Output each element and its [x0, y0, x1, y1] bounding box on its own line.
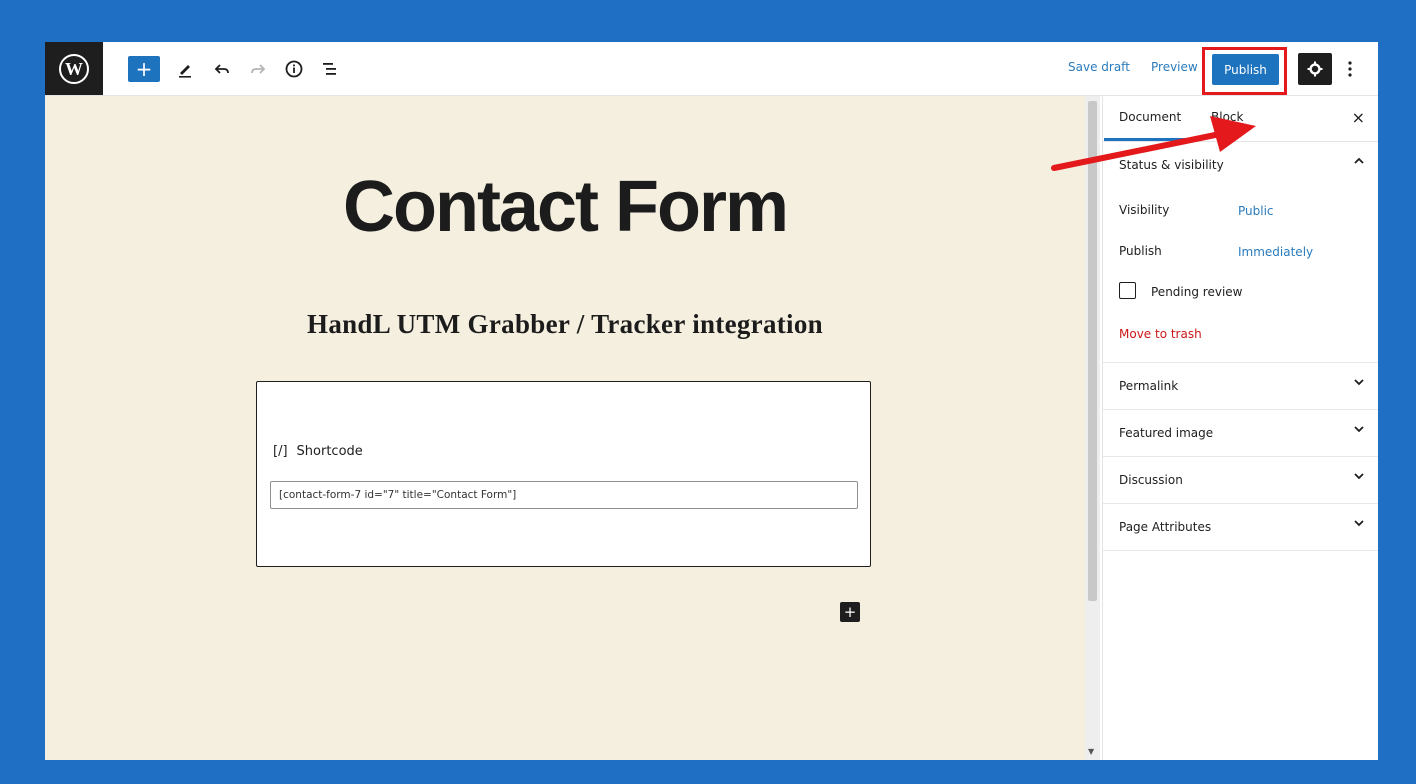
scroll-down-arrow-icon[interactable]: ▼ — [1088, 747, 1094, 756]
pending-review-label[interactable]: Pending review — [1151, 285, 1242, 299]
shortcode-block[interactable]: [/] Shortcode [contact-form-7 id="7" tit… — [256, 381, 871, 567]
panel-title-permalink: Permalink — [1119, 379, 1179, 393]
publish-date-value[interactable]: Immediately — [1238, 245, 1313, 259]
annotation-arrow-icon — [1051, 116, 1256, 171]
vertical-ellipsis-icon — [1348, 61, 1352, 77]
svg-text:W: W — [65, 59, 83, 79]
post-title[interactable]: Contact Form — [45, 166, 1085, 248]
pencil-icon-svg — [179, 65, 191, 78]
panel-page-attributes[interactable]: Page Attributes — [1103, 504, 1378, 551]
editor-window: W + Save draft Preview Publish Contact F… — [45, 42, 1378, 760]
wordpress-logo-svg: W — [59, 53, 89, 84]
save-draft-button[interactable]: Save draft — [1068, 60, 1130, 74]
publish-label: Publish — [1119, 244, 1162, 258]
panel-featured-image[interactable]: Featured image — [1103, 410, 1378, 457]
settings-button[interactable] — [1298, 53, 1332, 85]
info-icon-svg — [285, 60, 303, 78]
chevron-down-icon — [1353, 423, 1365, 439]
shortcode-input[interactable]: [contact-form-7 id="7" title="Contact Fo… — [270, 481, 858, 509]
panel-discussion[interactable]: Discussion — [1103, 457, 1378, 504]
chevron-down-icon — [1353, 470, 1365, 486]
settings-sidebar: Document Block × Status & visibility Vis… — [1102, 96, 1378, 760]
redo-icon-svg — [251, 64, 266, 74]
publish-button[interactable]: Publish — [1212, 54, 1279, 85]
move-to-trash-link[interactable]: Move to trash — [1119, 327, 1202, 341]
canvas-scrollbar[interactable]: ▼ — [1085, 96, 1100, 760]
chevron-down-icon — [1353, 517, 1365, 533]
pencil-icon[interactable] — [172, 56, 198, 82]
panel-permalink[interactable]: Permalink — [1103, 363, 1378, 410]
redo-icon[interactable] — [245, 56, 271, 82]
shortcode-block-label: [/] Shortcode — [273, 444, 363, 459]
panel-title-page-attributes: Page Attributes — [1119, 520, 1212, 534]
panel-title-featured-image: Featured image — [1119, 426, 1214, 440]
undo-icon[interactable] — [209, 56, 235, 82]
add-block-button[interactable]: + — [128, 56, 160, 82]
plus-icon: + — [843, 603, 857, 621]
chevron-down-icon — [1353, 376, 1365, 392]
preview-button[interactable]: Preview — [1151, 60, 1198, 74]
panel-title-discussion: Discussion — [1119, 473, 1183, 487]
visibility-label: Visibility — [1119, 203, 1170, 217]
chevron-up-icon — [1353, 155, 1365, 171]
post-subtitle[interactable]: HandL UTM Grabber / Tracker integration — [45, 309, 1085, 340]
gear-icon — [1307, 61, 1323, 77]
inline-add-block-button[interactable]: + — [840, 602, 860, 622]
pending-review-checkbox[interactable] — [1119, 282, 1136, 299]
outline-icon-svg — [323, 63, 336, 75]
visibility-value[interactable]: Public — [1238, 204, 1274, 218]
shortcode-icon: [/] — [273, 444, 288, 459]
more-options-button[interactable] — [1342, 55, 1358, 83]
top-toolbar: W + Save draft Preview Publish — [45, 42, 1378, 96]
info-icon[interactable] — [281, 56, 307, 82]
undo-icon-svg — [214, 64, 229, 74]
list-outline-icon[interactable] — [317, 56, 343, 82]
close-icon[interactable]: × — [1352, 108, 1365, 127]
wordpress-logo-icon[interactable]: W — [45, 42, 103, 95]
editor-canvas: Contact Form HandL UTM Grabber / Tracker… — [45, 96, 1085, 760]
scrollbar-thumb[interactable] — [1088, 101, 1097, 601]
plus-icon: + — [135, 57, 153, 81]
shortcode-label: Shortcode — [296, 444, 363, 459]
